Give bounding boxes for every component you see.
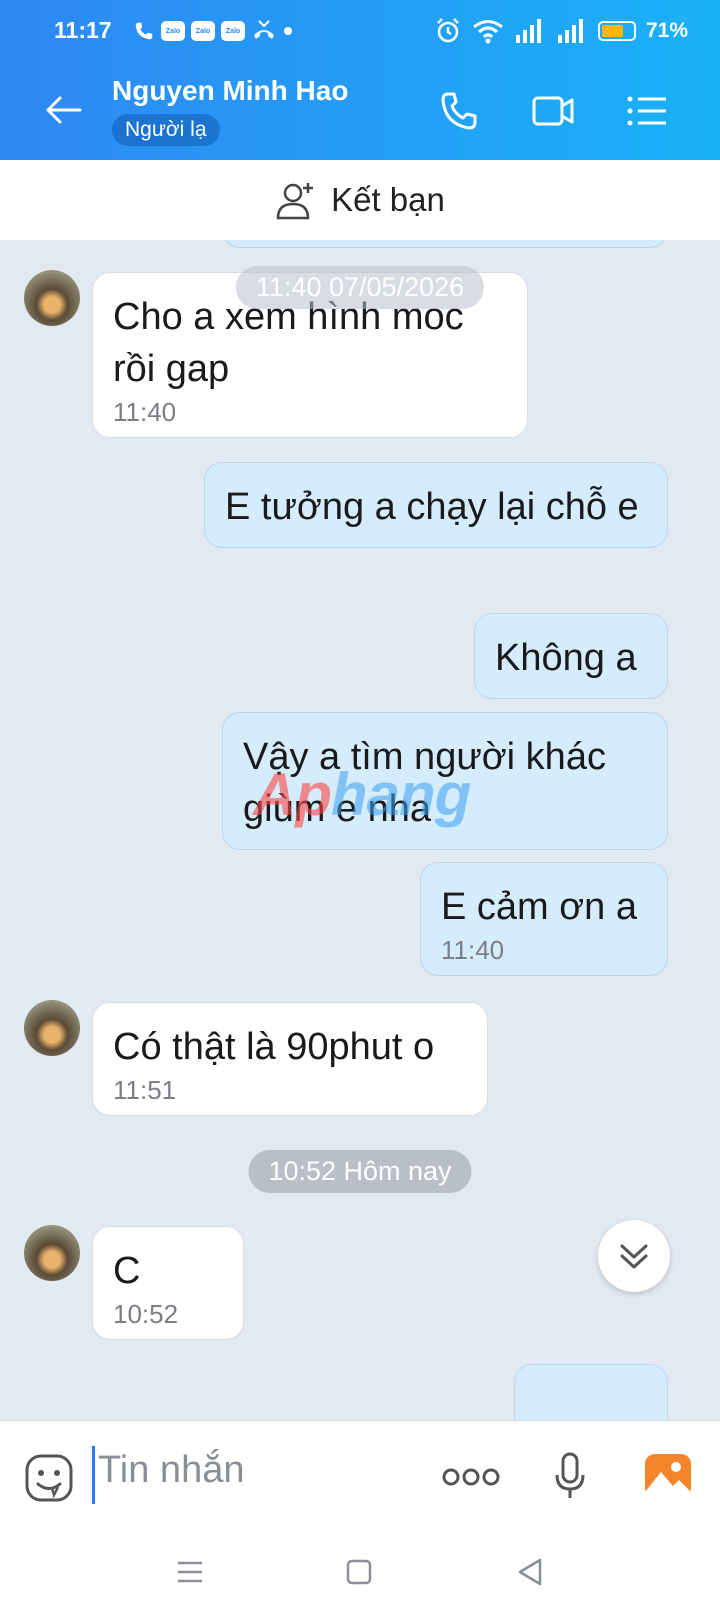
signal-icon: [515, 19, 541, 43]
back-arrow-icon[interactable]: [42, 90, 86, 130]
message-text: Cho a xem hình moc rồi gap: [113, 296, 464, 390]
message-time: 11:40: [441, 935, 505, 965]
zalo-notification-icon: Zalo: [221, 21, 245, 41]
message-bubble-outgoing[interactable]: E tưởng a chạy lại chỗ e: [204, 462, 668, 548]
message-time: 11:40: [113, 397, 177, 427]
zalo-notification-icon: Zalo: [161, 21, 185, 41]
video-call-icon[interactable]: [530, 88, 576, 134]
add-friend-bar[interactable]: Kết bạn: [0, 160, 720, 240]
microphone-icon[interactable]: [553, 1451, 587, 1501]
chat-header: Nguyen Minh Hao Người lạ: [0, 60, 720, 160]
add-friend-icon: [276, 183, 314, 220]
message-bubble-partial[interactable]: [514, 1364, 668, 1420]
status-bar: 11:17 Zalo Zalo Zalo 71%: [0, 0, 720, 60]
message-bubble-incoming[interactable]: C 10:52: [92, 1226, 244, 1340]
message-text: Có thật là 90phut o: [113, 1026, 435, 1068]
watermark-logo: Aphang: [253, 761, 471, 828]
double-chevron-down-icon: [620, 1244, 648, 1269]
status-time: 11:17: [54, 17, 112, 43]
menu-icon[interactable]: [624, 88, 670, 134]
signal-icon: [557, 19, 583, 43]
message-time: 11:51: [113, 1075, 177, 1105]
message-bubble-outgoing[interactable]: E cảm ơn a 11:40: [420, 862, 668, 976]
wifi-icon: [473, 20, 503, 44]
message-text: E tưởng a chạy lại chỗ e: [225, 486, 639, 528]
avatar[interactable]: [24, 1000, 80, 1056]
battery-icon: [597, 21, 636, 41]
more-options-icon[interactable]: [442, 1465, 500, 1489]
message-text: Không a: [495, 637, 637, 679]
phone-icon: [135, 22, 153, 40]
message-input-bar: Tin nhắn: [0, 1420, 720, 1533]
zalo-notification-icon: Zalo: [191, 21, 215, 41]
image-gallery-icon[interactable]: [643, 1452, 693, 1500]
message-input[interactable]: Tin nhắn: [98, 1449, 244, 1492]
sticker-icon[interactable]: [24, 1453, 74, 1503]
stranger-badge: Người lạ: [112, 114, 220, 146]
date-separator: 10:52 Hôm nay: [248, 1150, 472, 1193]
call-icon[interactable]: [437, 88, 483, 134]
back-nav-icon[interactable]: [512, 1554, 548, 1590]
message-time: 10:52: [113, 1299, 179, 1329]
message-text: E cảm ơn a: [441, 886, 637, 928]
message-bubble-incoming[interactable]: Có thật là 90phut o 11:51: [92, 1002, 488, 1116]
missed-call-icon: [254, 20, 274, 39]
contact-name[interactable]: Nguyen Minh Hao: [112, 75, 348, 107]
home-icon[interactable]: [341, 1554, 377, 1590]
status-system-icons: 71%: [434, 17, 688, 45]
avatar[interactable]: [24, 270, 80, 326]
alarm-icon: [437, 18, 459, 43]
text-cursor: [92, 1446, 95, 1504]
dot-icon: [284, 27, 292, 35]
message-bubble-partial[interactable]: [222, 240, 668, 248]
date-separator: 11:40 07/05/2026: [235, 266, 485, 309]
scroll-to-bottom-button[interactable]: [598, 1220, 670, 1292]
recent-apps-icon[interactable]: [172, 1554, 208, 1590]
system-navigation-bar: [0, 1532, 720, 1612]
avatar[interactable]: [24, 1225, 80, 1281]
battery-percent: 71%: [645, 19, 688, 42]
message-bubble-outgoing[interactable]: Không a: [474, 613, 668, 699]
status-notifications: Zalo Zalo Zalo: [133, 19, 293, 43]
add-friend-label: Kết bạn: [331, 181, 445, 218]
message-text: C: [113, 1250, 141, 1292]
